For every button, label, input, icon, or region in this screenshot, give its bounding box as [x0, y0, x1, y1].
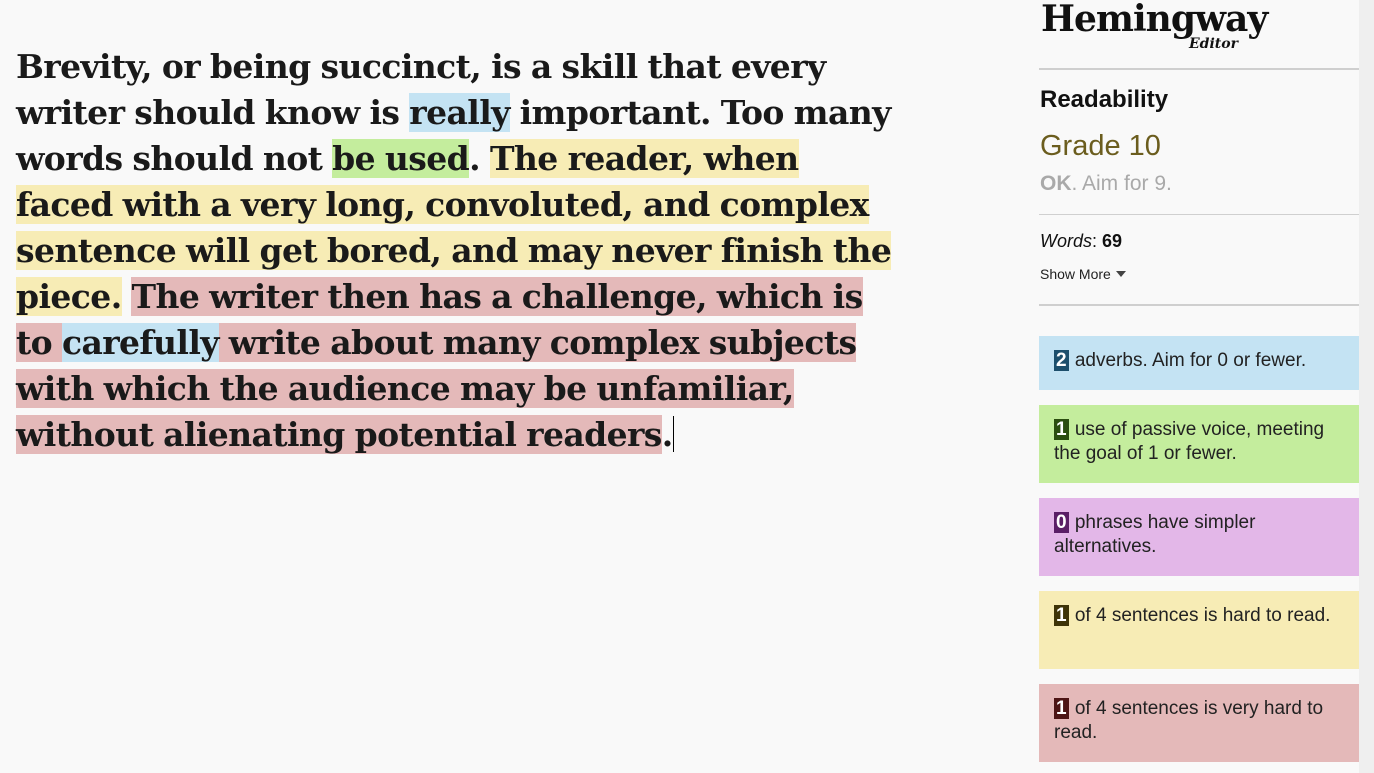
- text-segment: .: [469, 139, 490, 178]
- divider: [1039, 68, 1359, 70]
- phrases-text: phrases have simpler alternatives.: [1054, 512, 1256, 557]
- veryhard-text: of 4 sentences is very hard to read.: [1054, 698, 1324, 743]
- very-hard-sentences-card[interactable]: 1 of 4 sentences is very hard to read.: [1039, 684, 1359, 762]
- very-hard-sentence-highlight[interactable]: The writer then has a challenge, which i…: [16, 277, 863, 454]
- passive-count-badge: 1: [1054, 419, 1069, 440]
- divider: [1039, 214, 1359, 215]
- word-count-label: Words: [1040, 231, 1093, 251]
- show-more-label: Show More: [1040, 266, 1111, 282]
- readability-aim: . Aim for 9.: [1071, 172, 1172, 195]
- divider: [1039, 304, 1359, 306]
- adverb-highlight[interactable]: really: [409, 93, 510, 132]
- readability-note: OK. Aim for 9.: [1040, 172, 1172, 196]
- show-more-button[interactable]: Show More: [1040, 266, 1126, 282]
- passive-voice-highlight[interactable]: be used: [332, 139, 470, 178]
- logo-title: Hemingway: [1041, 0, 1268, 40]
- scrollbar[interactable]: [1359, 0, 1374, 773]
- hard-count-badge: 1: [1054, 605, 1069, 626]
- logo-subtitle: Editor: [1189, 36, 1238, 52]
- readability-heading: Readability: [1040, 86, 1169, 113]
- readability-grade: Grade 10: [1040, 130, 1161, 162]
- sidebar: Hemingway Editor Readability Grade 10 OK…: [1039, 0, 1359, 773]
- adverbs-text: adverbs. Aim for 0 or fewer.: [1074, 350, 1307, 371]
- hard-sentences-card[interactable]: 1 of 4 sentences is hard to read.: [1039, 591, 1359, 669]
- passive-voice-card[interactable]: 1 use of passive voice, meeting the goal…: [1039, 405, 1359, 483]
- readability-status: OK: [1040, 172, 1072, 195]
- word-count-value: 69: [1102, 231, 1123, 251]
- logo: Hemingway Editor: [1039, 0, 1359, 66]
- word-count: Words: 69: [1040, 231, 1122, 252]
- caret-down-icon: [1115, 271, 1126, 277]
- veryhard-count-badge: 1: [1054, 698, 1069, 719]
- text-segment: .: [661, 415, 673, 454]
- text-editor[interactable]: Brevity, or being succinct, is a skill t…: [16, 44, 896, 458]
- text-cursor: [672, 416, 674, 452]
- text-segment: [122, 277, 132, 316]
- adverbs-card[interactable]: 2 adverbs. Aim for 0 or fewer.: [1039, 336, 1359, 390]
- phrases-count-badge: 0: [1054, 512, 1069, 533]
- hard-text: of 4 sentences is hard to read.: [1074, 605, 1331, 626]
- adverb-highlight[interactable]: carefully: [61, 323, 219, 362]
- passive-text: use of passive voice, meeting the goal o…: [1054, 419, 1325, 464]
- simpler-phrases-card[interactable]: 0 phrases have simpler alternatives.: [1039, 498, 1359, 576]
- adverbs-count-badge: 2: [1054, 350, 1069, 371]
- word-count-separator: :: [1092, 231, 1103, 251]
